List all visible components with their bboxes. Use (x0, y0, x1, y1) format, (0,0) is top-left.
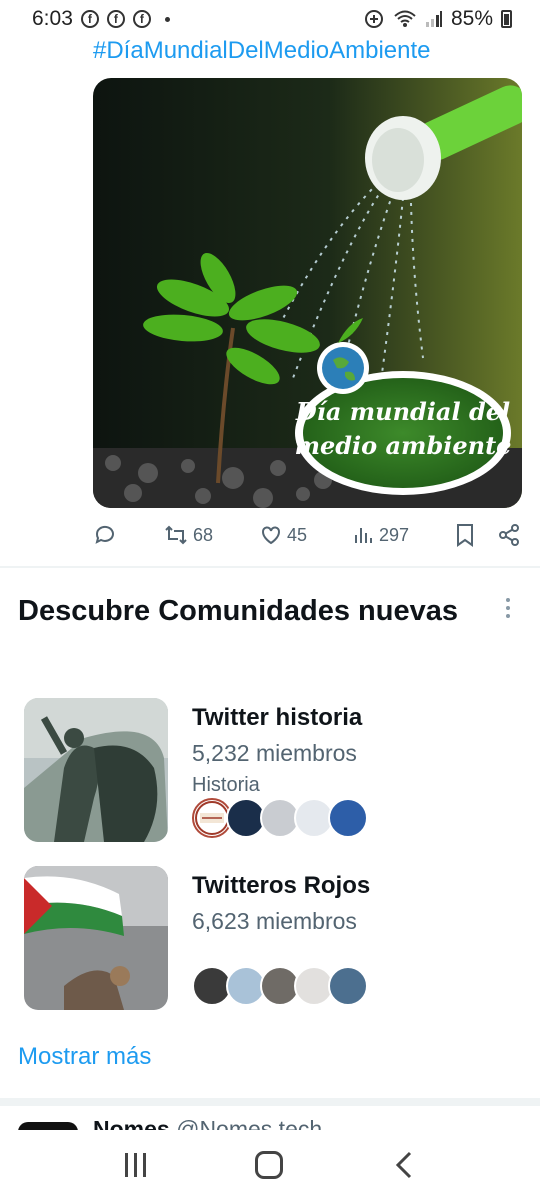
action-bar-right (455, 523, 521, 547)
next-tweet-avatar[interactable] (18, 1122, 78, 1130)
show-more-communities-link[interactable]: Mostrar más (18, 1043, 151, 1071)
like-count: 45 (286, 524, 307, 545)
retweet-icon (165, 525, 187, 545)
like-button[interactable]: 45 (259, 523, 307, 547)
heart-icon (261, 526, 280, 545)
community-thumbnail (24, 698, 168, 842)
recent-apps-button[interactable] (124, 1153, 146, 1177)
next-tweet-handle: @Nomes.tech (176, 1116, 323, 1130)
next-tweet-name: Nomes (93, 1116, 170, 1130)
badge-text-line1: Día mundial del (295, 397, 510, 426)
wifi-icon (394, 10, 416, 27)
community-members: 6,623 miembros (192, 908, 357, 934)
facebook-notification-icon: f (80, 10, 99, 28)
community-card-twitteros-rojos[interactable]: Twitteros Rojos 6,623 miembros (24, 866, 524, 1012)
community-members: 5,232 miembros (192, 740, 357, 766)
battery-icon (501, 10, 512, 28)
next-tweet-header: Nomes @Nomes.tech (93, 1116, 322, 1130)
home-button[interactable] (254, 1151, 283, 1179)
divider (0, 566, 540, 568)
more-notifications-dot-icon (164, 16, 170, 22)
share-icon[interactable] (497, 523, 521, 547)
status-left: 6:03 f f f (32, 7, 170, 31)
badge-text-line2: medio ambiente (295, 431, 512, 460)
equestrian-statue-image (24, 698, 168, 842)
tweet-action-bar: 68 45 297 (93, 516, 521, 554)
reply-icon (95, 525, 114, 544)
status-bar: 6:03 f f f 85% (0, 0, 540, 38)
signal-icon (425, 11, 442, 27)
reply-button[interactable] (93, 523, 117, 547)
views-button[interactable]: 297 (353, 524, 409, 546)
tweet-media-image[interactable]: Día mundial del medio ambiente (93, 78, 522, 508)
views-chart-icon (354, 528, 372, 543)
battery-percent: 85% (450, 7, 493, 30)
community-card-twitter-historia[interactable]: Twitter historia 5,232 miembros Historia (24, 698, 524, 844)
bookmark-icon[interactable] (455, 523, 475, 547)
community-topic: Historia (192, 774, 260, 796)
tweet-hashtag-link[interactable]: #DíaMundialDelMedioAmbiente (93, 37, 431, 65)
community-thumbnail (24, 866, 168, 1010)
member-avatar (328, 798, 368, 838)
status-right: 85% (363, 7, 512, 31)
palestine-flag-protest-image (24, 866, 168, 1010)
back-button-icon[interactable] (392, 1150, 416, 1180)
next-tweet-preview[interactable]: Nomes @Nomes.tech (0, 1112, 540, 1130)
system-navigation-bar (0, 1130, 540, 1200)
retweet-count: 68 (192, 524, 213, 545)
facebook-notification-icon: f (106, 10, 125, 28)
antigua-roma-logo (195, 801, 229, 835)
status-time: 6:03 (32, 7, 73, 30)
community-name: Twitter historia (192, 704, 363, 731)
facebook-notification-icon: f (132, 10, 151, 28)
more-options-icon[interactable] (506, 598, 510, 618)
communities-section-title: Descubre Comunidades nuevas (18, 595, 458, 627)
member-avatar (328, 966, 368, 1006)
section-divider (0, 1098, 540, 1106)
retweet-button[interactable]: 68 (163, 523, 213, 547)
community-name: Twitteros Rojos (192, 872, 371, 899)
plant-watering-illustration: Día mundial del medio ambiente (93, 78, 522, 508)
data-saver-icon (364, 10, 383, 28)
views-count: 297 (378, 524, 410, 545)
